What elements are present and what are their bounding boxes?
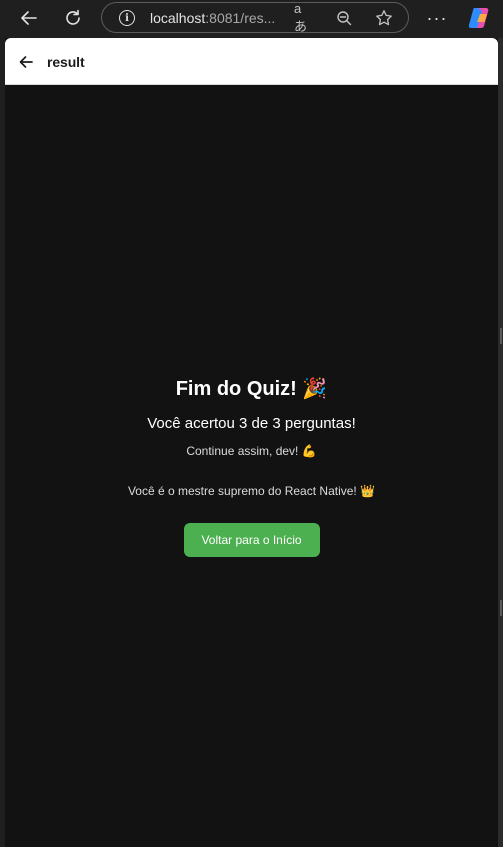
url-rest: :8081/res...: [205, 10, 276, 26]
browser-menu-button[interactable]: ···: [425, 3, 449, 33]
address-bar[interactable]: i localhost:8081/res... aあ: [101, 1, 409, 34]
resize-handle[interactable]: [500, 328, 502, 344]
reload-icon: [66, 9, 80, 25]
back-to-home-button[interactable]: Voltar para o Início: [183, 522, 320, 557]
copilot-icon: [468, 8, 489, 28]
result-title: Fim do Quiz! 🎉: [175, 377, 328, 400]
app-header: result: [5, 38, 498, 85]
window-right-edge: [498, 38, 503, 847]
favorite-star-icon[interactable]: [374, 8, 394, 28]
browser-reload-button[interactable]: [58, 3, 88, 33]
browser-back-button[interactable]: [14, 3, 44, 33]
encouragement-text: Continue assim, dev! 💪: [186, 443, 317, 458]
header-title: result: [47, 54, 85, 70]
score-text: Você acertou 3 de 3 perguntas!: [147, 414, 356, 432]
arrow-left-icon: [21, 11, 37, 25]
browser-toolbar: i localhost:8081/res... aあ ···: [0, 0, 503, 36]
copilot-button[interactable]: [466, 5, 492, 31]
site-info-icon[interactable]: i: [119, 10, 135, 26]
url-host: localhost: [150, 10, 206, 26]
more-icon: ···: [426, 7, 448, 28]
read-aloud-label: aあ: [294, 1, 308, 34]
read-aloud-icon[interactable]: aあ: [294, 1, 314, 34]
resize-handle[interactable]: [500, 600, 502, 616]
app-viewport: result Fim do Quiz! 🎉 Você acertou 3 de …: [5, 38, 498, 847]
result-screen: Fim do Quiz! 🎉 Você acertou 3 de 3 pergu…: [5, 85, 498, 847]
back-arrow-icon: [19, 56, 33, 68]
praise-text: Você é o mestre supremo do React Native!…: [127, 483, 376, 498]
magnifier-minus-icon: [337, 11, 352, 26]
url-text: localhost:8081/res...: [150, 10, 280, 26]
star-icon: [376, 10, 392, 26]
header-back-button[interactable]: [14, 50, 38, 74]
zoom-out-icon[interactable]: [334, 8, 354, 28]
